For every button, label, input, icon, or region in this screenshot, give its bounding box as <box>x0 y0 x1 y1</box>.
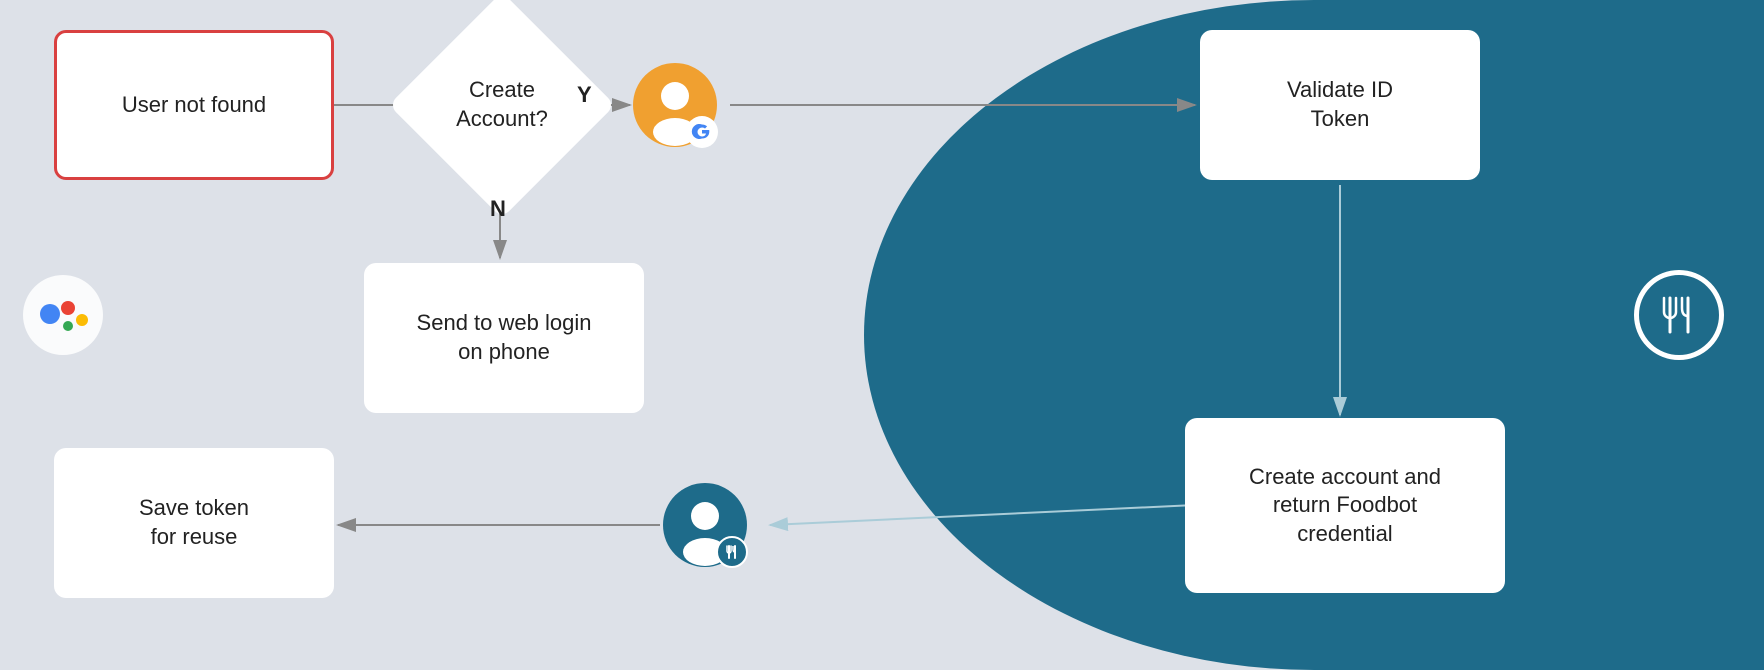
save-token-label: Save tokenfor reuse <box>139 494 249 551</box>
create-account-foodbot-label: Create account andreturn Foodbotcredenti… <box>1249 463 1441 549</box>
validate-id-node: Validate IDToken <box>1200 30 1480 180</box>
create-account-foodbot-node: Create account andreturn Foodbotcredenti… <box>1185 418 1505 593</box>
fork-knife-decorative-icon <box>1634 270 1724 360</box>
user-fork-icon <box>660 480 750 570</box>
validate-id-label: Validate IDToken <box>1287 76 1393 133</box>
create-account-label: CreateAccount? <box>422 25 582 185</box>
google-assistant-icon <box>18 270 108 360</box>
user-not-found-label: User not found <box>122 91 266 120</box>
y-label: Y <box>577 82 592 108</box>
send-to-web-node: Send to web loginon phone <box>364 263 644 413</box>
n-label: N <box>490 196 506 222</box>
user-not-found-node: User not found <box>54 30 334 180</box>
user-google-icon <box>630 60 720 150</box>
send-to-web-label: Send to web loginon phone <box>417 309 592 366</box>
save-token-node: Save tokenfor reuse <box>54 448 334 598</box>
